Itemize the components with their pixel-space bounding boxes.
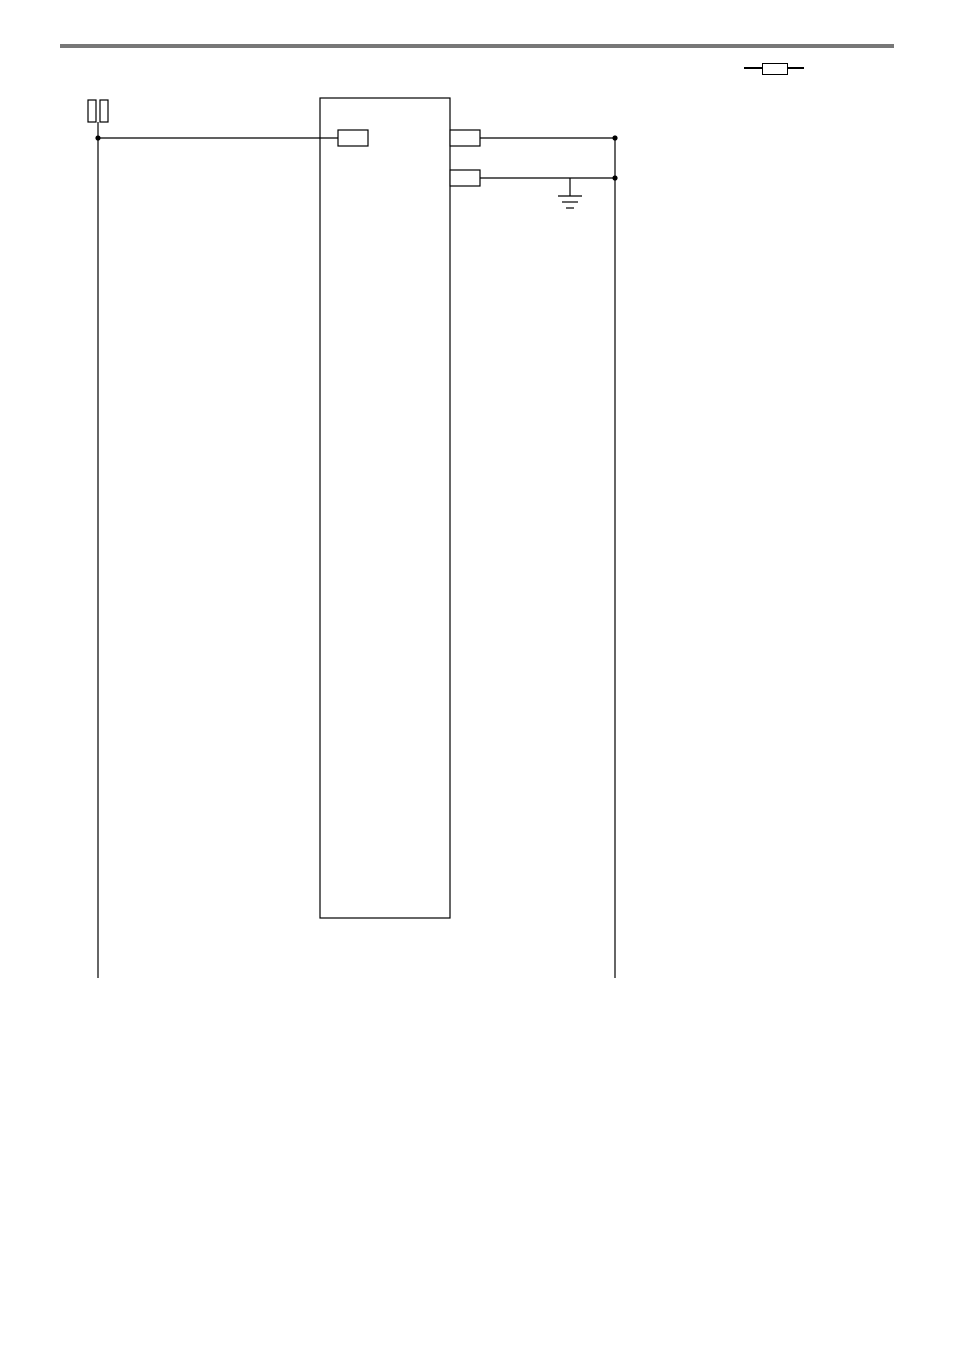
legend-key <box>120 65 175 66</box>
legend-val <box>181 72 744 73</box>
fuse-symbol <box>744 62 804 78</box>
legend-key <box>120 70 175 71</box>
legend-key <box>120 67 175 68</box>
section-rule <box>60 44 894 48</box>
legend-key <box>120 72 175 73</box>
legend-key <box>120 75 175 76</box>
legend-val <box>181 65 744 66</box>
legend-val <box>181 75 744 76</box>
legend-val <box>181 67 744 68</box>
wiring-diagram <box>60 78 900 998</box>
legend-key <box>120 62 175 63</box>
legend-val <box>181 70 744 71</box>
legend-val <box>181 62 744 63</box>
legend-list <box>120 62 744 78</box>
